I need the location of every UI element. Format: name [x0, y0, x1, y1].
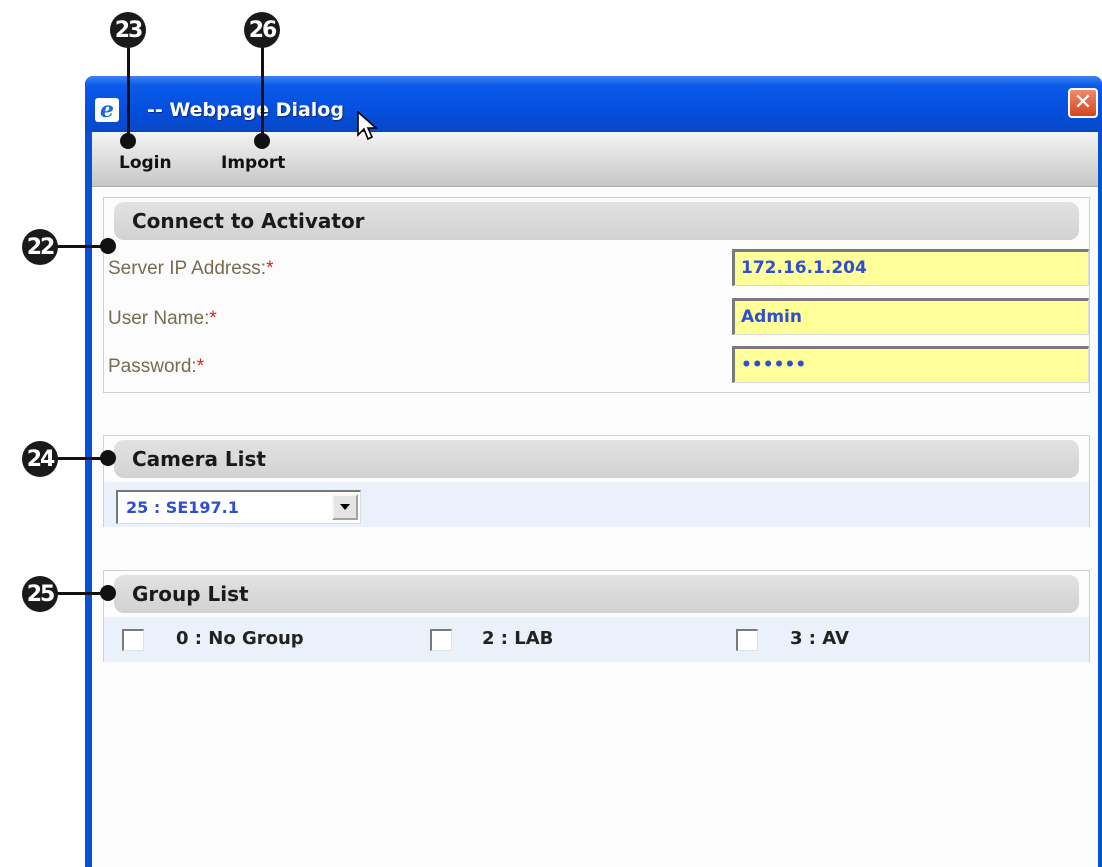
- callout-24-dot: [100, 450, 116, 466]
- callout-26-dot: [254, 133, 270, 149]
- required-mark: *: [266, 258, 274, 279]
- mouse-pointer-icon: [357, 111, 379, 141]
- server-ip-input[interactable]: 172.16.1.204: [732, 249, 1089, 286]
- callout-23: 23: [110, 12, 146, 48]
- callout-23-dot: [120, 133, 136, 149]
- group-label-lab: 2 : LAB: [482, 628, 554, 649]
- camera-row: 25 : SE197.1: [104, 482, 1089, 527]
- group-panel: Group List 0 : No Group 2 : LAB 3 : AV: [103, 570, 1090, 662]
- dialog-client-area: Login Import Connect to Activator Server…: [92, 132, 1098, 867]
- required-mark: *: [196, 356, 205, 377]
- callout-22-dot: [100, 238, 116, 254]
- callout-25-dot: [100, 585, 116, 601]
- camera-selected-value: 25 : SE197.1: [126, 498, 239, 517]
- callout-26-line: [261, 46, 264, 140]
- chevron-down-icon[interactable]: [332, 494, 358, 520]
- callout-23-line: [127, 46, 130, 140]
- connect-panel: Connect to Activator Server IP Address:*…: [103, 197, 1090, 393]
- callout-24: 24: [22, 441, 58, 477]
- ie-icon: e: [95, 98, 119, 122]
- server-ip-label: Server IP Address:*: [108, 258, 274, 279]
- camera-select[interactable]: 25 : SE197.1: [116, 490, 361, 524]
- group-header: Group List: [114, 575, 1079, 613]
- close-button[interactable]: ✕: [1068, 88, 1098, 118]
- window-title: -- Webpage Dialog: [147, 99, 344, 121]
- user-name-label: User Name:*: [108, 308, 217, 329]
- user-name-input[interactable]: Admin: [732, 298, 1089, 335]
- callout-25: 25: [22, 576, 58, 612]
- group-checkbox-no-group[interactable]: [122, 629, 144, 651]
- menu-import[interactable]: Import: [221, 153, 285, 173]
- callout-26: 26: [244, 12, 280, 48]
- password-input[interactable]: ••••••: [732, 346, 1089, 383]
- group-row: 0 : No Group 2 : LAB 3 : AV: [104, 617, 1089, 662]
- callout-22: 22: [22, 229, 58, 265]
- required-mark: *: [209, 308, 217, 329]
- group-checkbox-lab[interactable]: [430, 629, 452, 651]
- password-label: Password:*: [108, 356, 205, 377]
- menu-login[interactable]: Login: [119, 153, 172, 173]
- connect-header: Connect to Activator: [114, 202, 1079, 240]
- group-label-av: 3 : AV: [790, 628, 849, 649]
- menu-bar: Login Import: [92, 132, 1098, 187]
- webpage-dialog-window: e -- Webpage Dialog ✕ Login Import Conne…: [85, 76, 1102, 867]
- group-label-no-group: 0 : No Group: [176, 628, 304, 649]
- camera-header: Camera List: [114, 440, 1079, 478]
- camera-panel: Camera List 25 : SE197.1: [103, 435, 1090, 527]
- close-icon: ✕: [1073, 90, 1093, 115]
- group-checkbox-av[interactable]: [736, 629, 758, 651]
- title-bar[interactable]: e -- Webpage Dialog ✕: [85, 76, 1102, 132]
